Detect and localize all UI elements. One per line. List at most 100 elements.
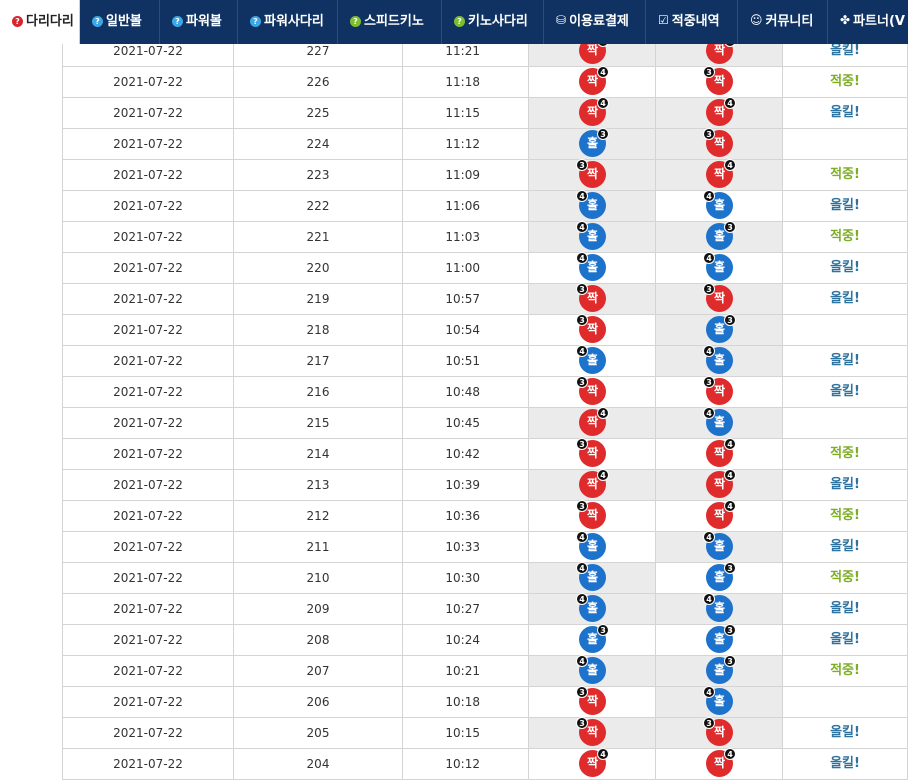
ball-count-badge: 4 xyxy=(703,531,715,543)
odd-ball: 홀4 xyxy=(703,686,733,715)
even-ball: 짝3 xyxy=(703,128,733,157)
nav-tab-3[interactable]: ? 파워사다리 xyxy=(238,0,338,44)
round-cell: 215 xyxy=(233,408,402,438)
ball-count-badge: 4 xyxy=(724,500,736,512)
odd-ball: 홀3 xyxy=(706,562,736,591)
ball-count-badge: 4 xyxy=(576,345,588,357)
even-ball: 짝3 xyxy=(576,159,606,188)
nav-tab-1[interactable]: ? 일반볼 xyxy=(80,0,160,44)
result-2-cell: 홀4 xyxy=(655,407,782,438)
table-row: 2021-07-22 218 10:54 짝 3 홀 3 xyxy=(62,314,908,346)
date-cell: 2021-07-22 xyxy=(62,439,233,469)
nav-tab-6[interactable]: ⛁ 이용료결제 xyxy=(544,0,646,44)
date-cell: 2021-07-22 xyxy=(62,129,233,159)
ball-label: 홀 xyxy=(713,570,726,584)
result-status: 적중! xyxy=(782,222,908,252)
even-ball: 짝3 xyxy=(576,438,606,467)
ball-label: 짝 xyxy=(586,74,599,88)
result-2-cell: 짝4 xyxy=(655,97,782,128)
result-1-cell: 짝3 xyxy=(528,717,655,748)
table-row: 2021-07-22 211 10:33 홀 4 홀 4 올킬! xyxy=(62,531,908,563)
table-row: 2021-07-22 205 10:15 짝 3 짝 3 올킬! xyxy=(62,717,908,749)
round-cell: 218 xyxy=(233,315,402,345)
ball-count-badge: 3 xyxy=(724,314,736,326)
result-status: 올킬! xyxy=(782,470,908,500)
nav-tab-2[interactable]: ? 파워볼 xyxy=(160,0,238,44)
ball-count-badge: 3 xyxy=(576,500,588,512)
nav-tab-0[interactable]: ? 다리다리 xyxy=(0,0,80,44)
result-2-cell: 짝3 xyxy=(655,128,782,159)
odd-ball: 홀4 xyxy=(703,531,733,560)
time-cell: 10:36 xyxy=(402,501,528,531)
result-status: 올킬! xyxy=(782,625,908,655)
nav-tab-label: 키노사다리 xyxy=(468,14,528,29)
result-1-cell: 짝4 xyxy=(528,66,655,97)
result-status: 올킬! xyxy=(782,346,908,376)
nav-tab-7[interactable]: ☑ 적중내역 xyxy=(646,0,738,44)
round-cell: 226 xyxy=(233,67,402,97)
nav-tab-8[interactable]: ☺ 커뮤니티 xyxy=(738,0,828,44)
result-1-cell: 짝3 xyxy=(528,159,655,190)
nav-tab-label: 커뮤니티 xyxy=(765,14,814,29)
ball-count-badge: 4 xyxy=(724,748,736,760)
ball-count-badge: 3 xyxy=(724,562,736,574)
date-cell: 2021-07-22 xyxy=(62,315,233,345)
date-cell: 2021-07-22 xyxy=(62,625,233,655)
result-1-cell: 홀4 xyxy=(528,252,655,283)
date-cell: 2021-07-22 xyxy=(62,501,233,531)
result-status: 올킬! xyxy=(782,253,908,283)
result-2-cell: 홀3 xyxy=(655,562,782,593)
result-status xyxy=(782,129,908,159)
ball-count-badge: 4 xyxy=(703,686,715,698)
time-cell: 10:33 xyxy=(402,532,528,562)
nav-tab-5[interactable]: ? 키노사다리 xyxy=(442,0,544,44)
ball-label: 짝 xyxy=(586,415,599,429)
result-2-cell: 홀3 xyxy=(655,655,782,686)
ball-count-badge: 4 xyxy=(703,345,715,357)
ball-count-badge: 4 xyxy=(597,407,609,419)
time-cell: 11:00 xyxy=(402,253,528,283)
ball-label: 짝 xyxy=(586,105,599,119)
even-ball: 짝4 xyxy=(706,97,736,126)
ball-count-badge: 3 xyxy=(576,283,588,295)
ball-count-badge: 4 xyxy=(576,655,588,667)
question-icon: ? xyxy=(92,16,103,27)
ball-label: 짝 xyxy=(713,43,726,57)
even-ball: 짝3 xyxy=(576,314,606,343)
time-cell: 10:57 xyxy=(402,284,528,314)
date-cell: 2021-07-22 xyxy=(62,687,233,717)
even-ball: 짝3 xyxy=(576,283,606,312)
ball-count-badge: 4 xyxy=(724,438,736,450)
nav-tab-label: 파트너(V xyxy=(853,14,905,29)
ball-count-badge: 3 xyxy=(703,717,715,729)
time-cell: 10:24 xyxy=(402,625,528,655)
even-ball: 짝4 xyxy=(706,438,736,467)
nav-tab-4[interactable]: ? 스피드키노 xyxy=(338,0,442,44)
ball-count-badge: 4 xyxy=(597,748,609,760)
ball-count-badge: 3 xyxy=(597,128,609,140)
ball-label: 짝 xyxy=(713,477,726,491)
time-cell: 10:54 xyxy=(402,315,528,345)
round-cell: 222 xyxy=(233,191,402,221)
date-cell: 2021-07-22 xyxy=(62,718,233,748)
date-cell: 2021-07-22 xyxy=(62,346,233,376)
ball-count-badge: 4 xyxy=(576,593,588,605)
time-cell: 11:12 xyxy=(402,129,528,159)
nav-tab-label: 스피드키노 xyxy=(364,14,424,29)
round-cell: 209 xyxy=(233,594,402,624)
time-cell: 10:39 xyxy=(402,470,528,500)
ball-count-badge: 3 xyxy=(724,655,736,667)
ball-count-badge: 4 xyxy=(576,531,588,543)
odd-ball: 홀4 xyxy=(703,252,733,281)
result-status: 적중! xyxy=(782,67,908,97)
odd-ball: 홀4 xyxy=(576,252,606,281)
result-2-cell: 짝3 xyxy=(655,283,782,314)
nav-tab-9[interactable]: ✤ 파트너(V xyxy=(828,0,908,44)
round-cell: 219 xyxy=(233,284,402,314)
round-cell: 223 xyxy=(233,160,402,190)
ball-label: 짝 xyxy=(586,291,599,305)
result-2-cell: 짝3 xyxy=(655,66,782,97)
round-cell: 213 xyxy=(233,470,402,500)
result-2-cell: 짝3 xyxy=(655,376,782,407)
date-cell: 2021-07-22 xyxy=(62,749,233,779)
